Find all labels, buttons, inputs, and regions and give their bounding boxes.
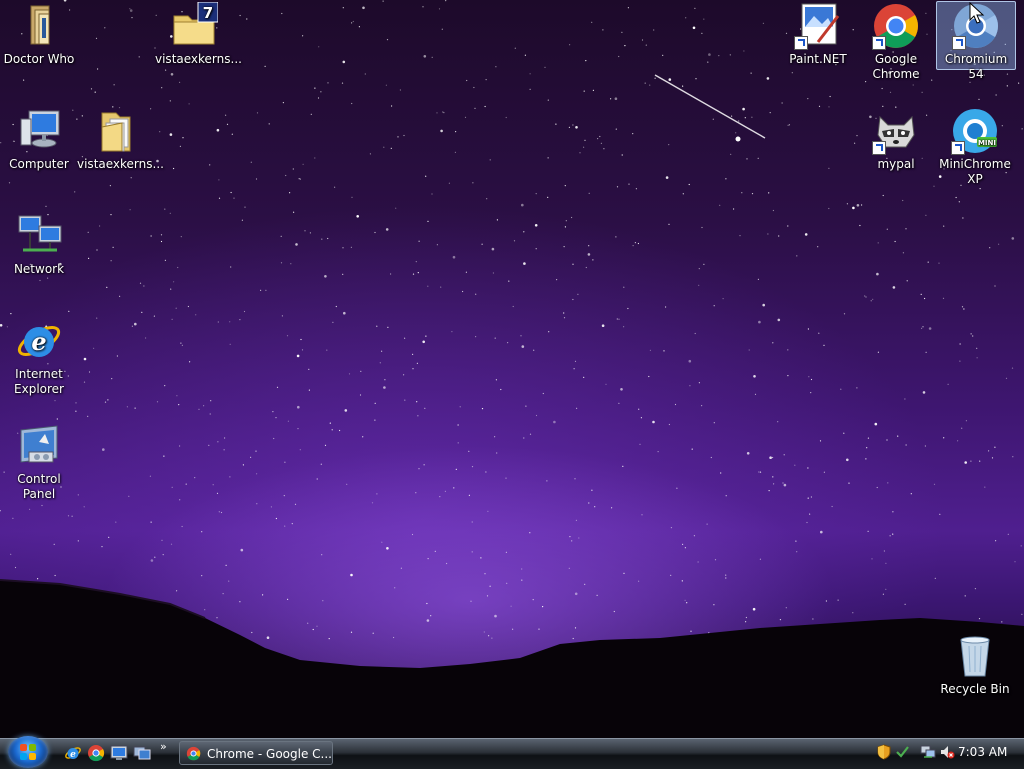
windows-logo-part (29, 744, 36, 751)
desktop-icon-recycle-bin[interactable]: Recycle Bin (936, 632, 1014, 697)
archive-7z-icon: 7 (170, 1, 219, 50)
svg-text:7: 7 (203, 4, 213, 22)
shortcut-arrow-icon (794, 36, 808, 50)
desktop-icon-mypal[interactable]: mypal (857, 107, 935, 172)
desktop-icon-label: Control Panel (17, 472, 61, 501)
taskbar-button-chrome[interactable]: Chrome - Google C... (179, 741, 333, 765)
desktop-icon-label: Network (13, 262, 65, 276)
update-check-icon[interactable] (894, 744, 910, 760)
start-button[interactable] (8, 736, 48, 768)
folder-icon (15, 2, 63, 50)
desktop-icon-internet-explorer[interactable]: e Internet Explorer (0, 317, 78, 397)
desktop-icon-label: mypal (877, 157, 915, 171)
mountain-silhouette (0, 579, 1024, 738)
quicklaunch-ie-icon[interactable]: e (64, 744, 82, 762)
desktop-icon-label: Paint.NET (789, 52, 847, 66)
taskbar-button-label: Chrome - Google C... (207, 747, 332, 761)
mouse-cursor-icon (969, 2, 985, 24)
raccoon-icon (872, 107, 920, 155)
chrome-icon (186, 746, 201, 761)
svg-text:e: e (31, 327, 46, 356)
desktop-icon-control-panel[interactable]: Control Panel (0, 422, 78, 502)
computer-icon (15, 107, 63, 155)
desktop-icon-label: vistaexkerns... (155, 52, 242, 66)
desktop[interactable]: Doctor Who 7 vistaexkerns... Paint.NET G… (0, 0, 1024, 738)
shortcut-arrow-icon (951, 141, 965, 155)
minichrome-icon: MINI (951, 107, 999, 155)
desktop-icon-label: Doctor Who (3, 52, 75, 66)
desktop-icon-paint-net[interactable]: Paint.NET (779, 2, 857, 67)
desktop-icon-label: Internet Explorer (14, 367, 64, 396)
folder-icon (92, 107, 140, 155)
windows-logo-part (29, 753, 36, 760)
quicklaunch-show-desktop-icon[interactable] (110, 744, 128, 762)
desktop-icon-google-chrome[interactable]: Google Chrome (857, 2, 935, 82)
desktop-icon-doctor-who[interactable]: Doctor Who (0, 2, 78, 67)
shortcut-arrow-icon (872, 141, 886, 155)
desktop-icon-label: Recycle Bin (940, 682, 1010, 696)
control-panel-icon (15, 422, 63, 470)
desktop-icon-network[interactable]: Network (0, 212, 78, 277)
windows-logo-icon (20, 744, 27, 751)
paintnet-icon (794, 2, 842, 50)
desktop-icon-computer[interactable]: Computer (0, 107, 78, 172)
desktop-icon-label: Google Chrome (872, 52, 920, 81)
quicklaunch-chrome-icon[interactable] (87, 744, 105, 762)
ie-icon: e (15, 317, 63, 365)
network-icon (15, 212, 63, 260)
volume-muted-icon[interactable] (939, 744, 955, 760)
svg-text:e: e (70, 750, 76, 760)
desktop-icon-minichrome-xp[interactable]: MINI MiniChrome XP (936, 107, 1014, 187)
security-shield-icon[interactable] (876, 744, 892, 760)
quicklaunch-switch-windows-icon[interactable] (133, 744, 151, 762)
desktop-icon-label: Computer (9, 157, 69, 171)
svg-text:MINI: MINI (978, 139, 996, 147)
shortcut-arrow-icon (952, 36, 966, 50)
recycle-bin-icon (951, 632, 999, 680)
chrome-icon (872, 2, 920, 50)
desktop-icon-vistaexkerns-folder[interactable]: vistaexkerns... (77, 107, 164, 172)
quicklaunch-overflow-chevron[interactable]: » (160, 740, 167, 753)
shortcut-arrow-icon (872, 36, 886, 50)
desktop-icon-label: MiniChrome XP (939, 157, 1011, 186)
desktop-icon-label: vistaexkerns... (77, 157, 164, 171)
windows-logo-part (20, 753, 27, 760)
taskbar-clock[interactable]: 7:03 AM (958, 745, 1007, 759)
network-icon[interactable] (920, 744, 936, 760)
desktop-icon-label: Chromium 54 (944, 52, 1008, 81)
desktop-icon-vistaexkerns-archive[interactable]: 7 vistaexkerns... (155, 1, 242, 67)
